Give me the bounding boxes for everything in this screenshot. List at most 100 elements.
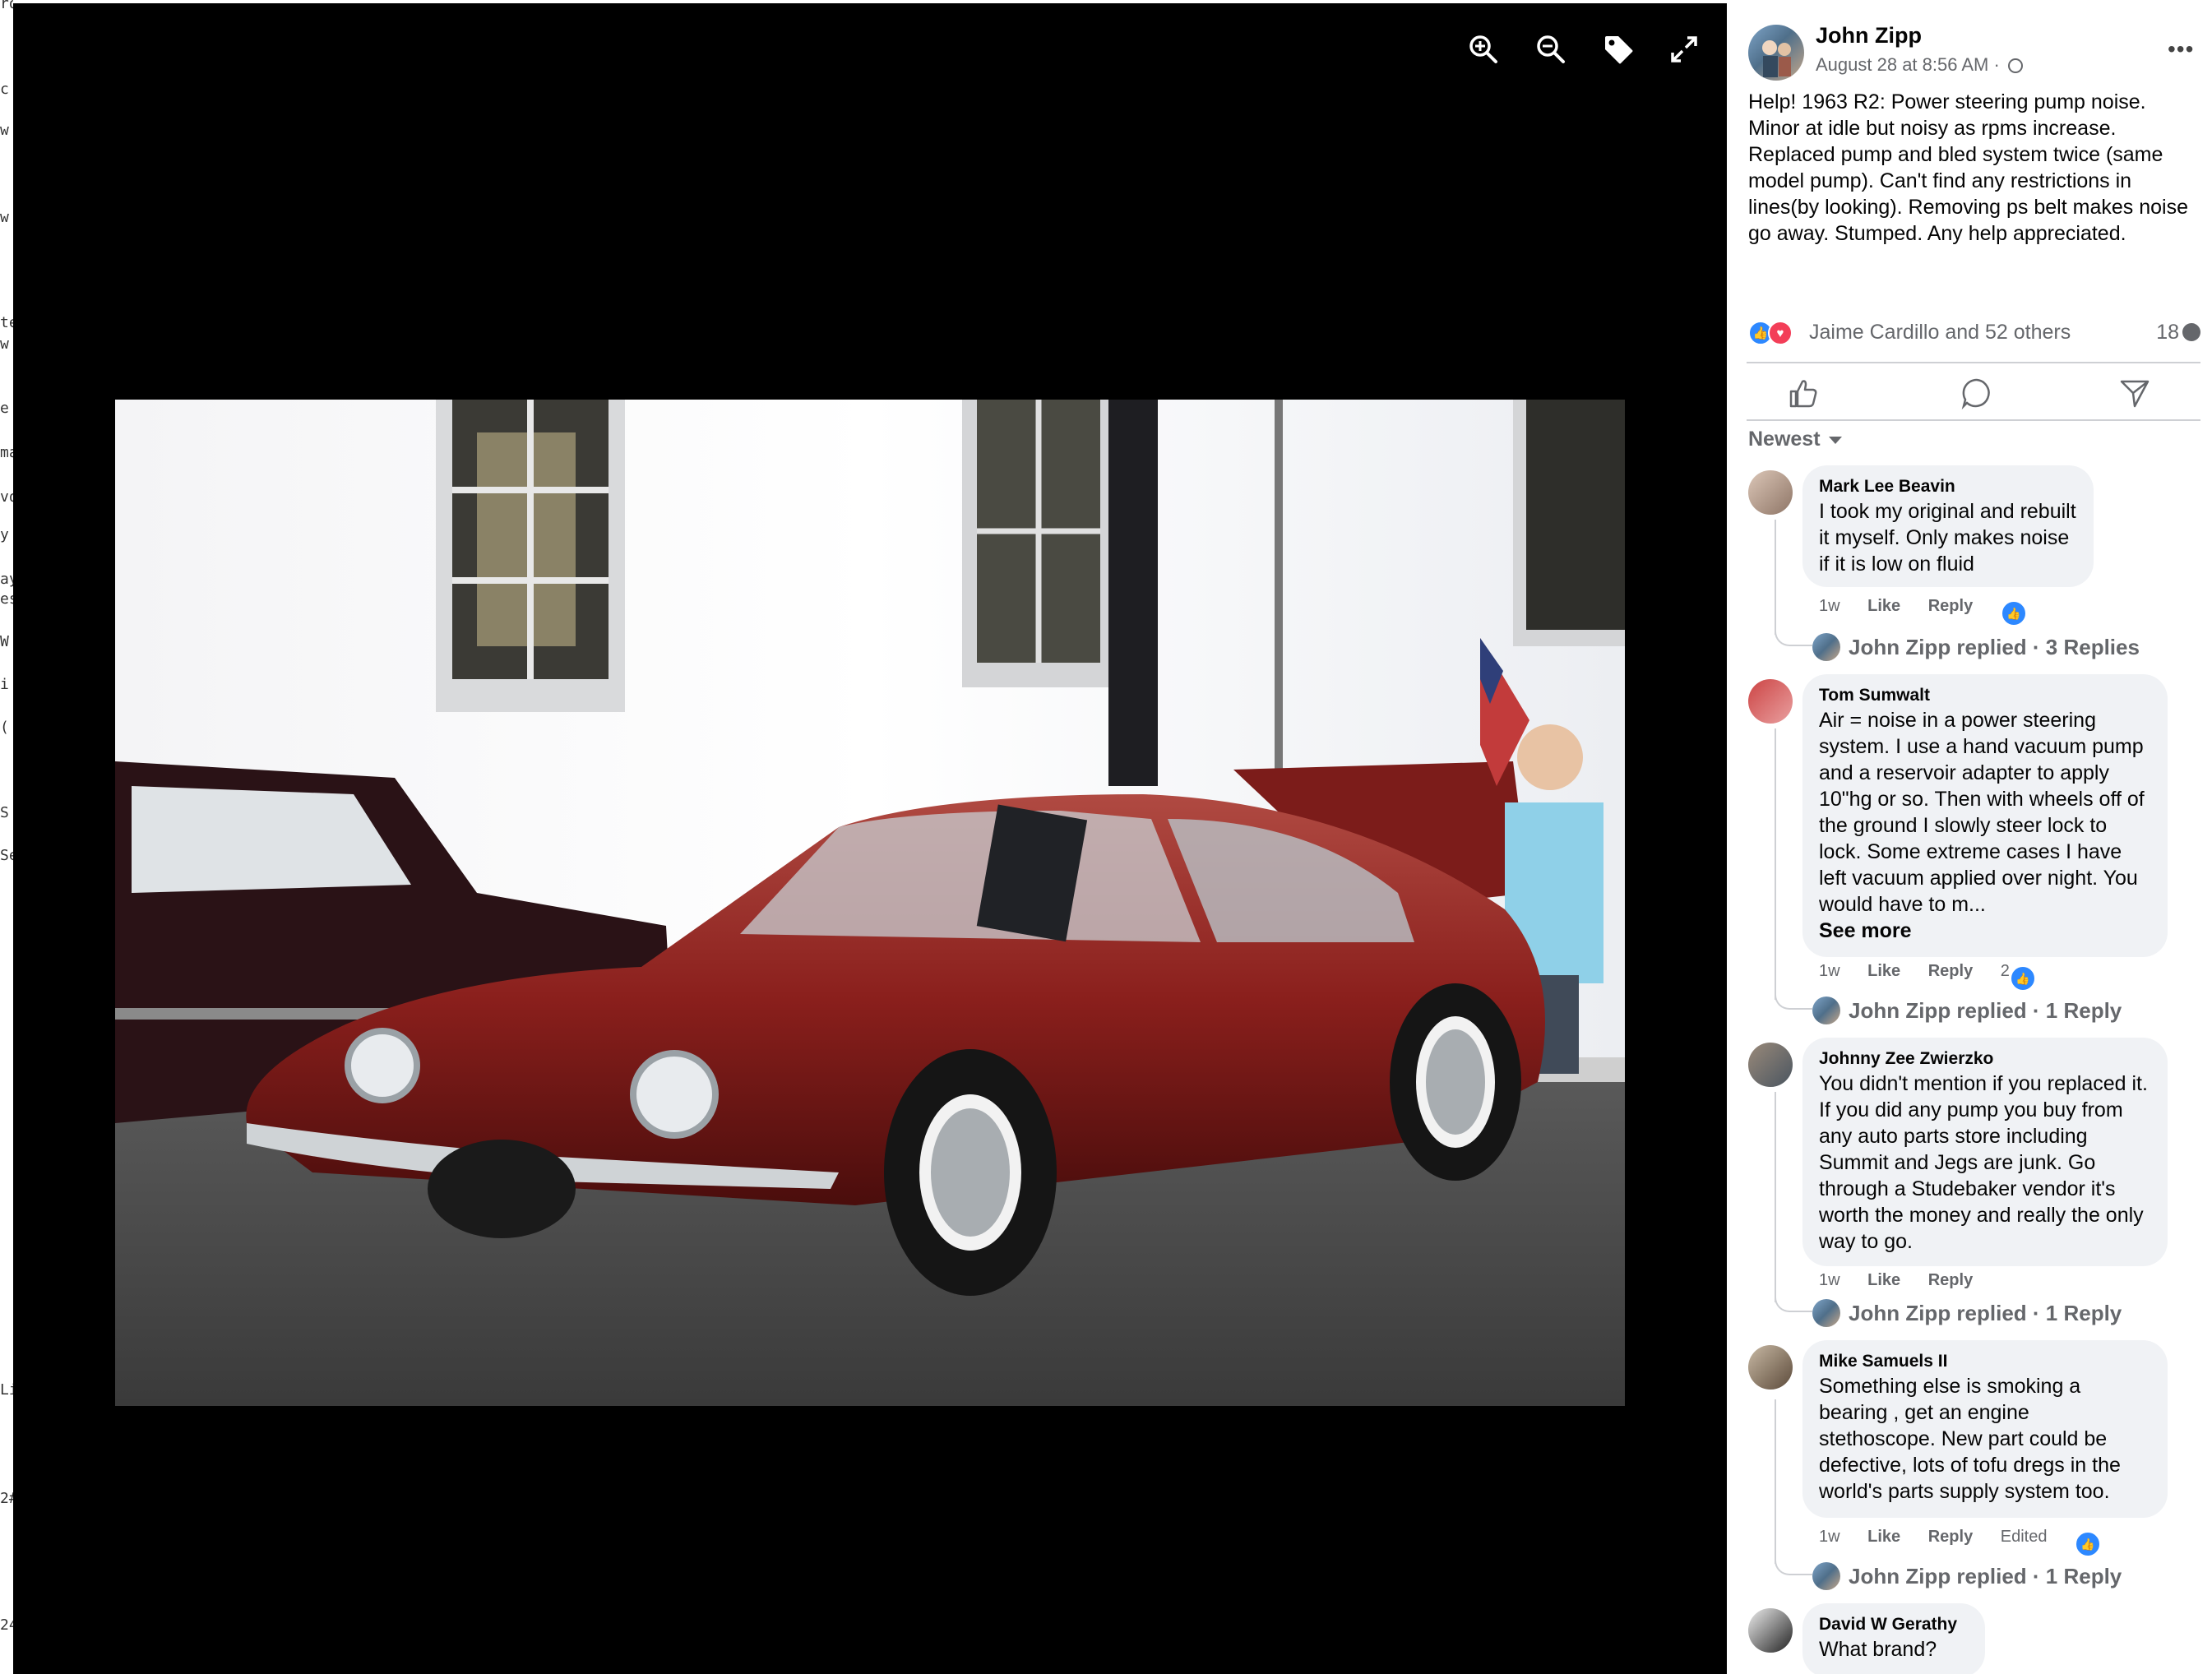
commenter-name[interactable]: Mark Lee Beavin xyxy=(1819,475,2077,498)
thread-hook xyxy=(1775,1288,1812,1312)
edge-text: ro xyxy=(0,0,13,12)
public-audience-icon xyxy=(2007,58,2023,73)
comment-count[interactable]: 18 xyxy=(2156,321,2200,345)
edge-text: es xyxy=(0,590,13,608)
edge-text: 24 xyxy=(0,1616,13,1634)
replier-avatar xyxy=(1812,633,1840,661)
replier-avatar xyxy=(1812,997,1840,1024)
post-body: Help! 1963 R2: Power steering pump noise… xyxy=(1748,90,2188,245)
post-timestamp[interactable]: August 28 at 8:56 AM · xyxy=(1816,54,2023,76)
post-time-text: August 28 at 8:56 AM · xyxy=(1816,54,2005,75)
commenter-avatar[interactable] xyxy=(1748,470,1793,515)
edge-text: Li xyxy=(0,1381,13,1399)
edge-text: ay xyxy=(0,571,13,588)
commenter-avatar[interactable] xyxy=(1748,1608,1793,1653)
replies-text: John Zipp replied · 1 Reply xyxy=(1849,998,2122,1023)
reaction-count[interactable]: 2 xyxy=(2001,962,2010,980)
comment-actions: 1w Like Reply 2 👍 xyxy=(1819,962,2036,992)
edge-text: w xyxy=(0,209,9,226)
comment-sort-dropdown[interactable]: Newest xyxy=(1748,428,1842,451)
like-reaction-icon[interactable]: 👍 xyxy=(2075,1531,2102,1557)
commenter-name[interactable]: Mike Samuels II xyxy=(1819,1350,2151,1373)
comment-bubble: David W Gerathy What brand? xyxy=(1802,1603,1985,1674)
view-replies-link[interactable]: John Zipp replied · 1 Reply xyxy=(1812,1562,2122,1590)
divider xyxy=(1747,362,2200,363)
reactors-text[interactable]: Jaime Cardillo and 52 others xyxy=(1809,321,2071,345)
commenter-avatar[interactable] xyxy=(1748,1043,1793,1087)
thread-line xyxy=(1775,1399,1776,1564)
zoom-out-button[interactable] xyxy=(1529,28,1572,71)
replies-text: John Zipp replied · 1 Reply xyxy=(1849,1564,2122,1588)
zoom-out-icon xyxy=(1537,35,1565,63)
replier-avatar xyxy=(1812,1562,1840,1590)
comment-like-button[interactable]: Like xyxy=(1867,597,1900,616)
replier-avatar xyxy=(1812,1299,1840,1327)
zoom-in-icon xyxy=(1469,35,1497,63)
photo-viewer xyxy=(13,0,1727,1674)
comment-bubble: Johnny Zee Zwierzko You didn't mention i… xyxy=(1802,1038,2168,1266)
share-button[interactable] xyxy=(2117,375,2153,411)
comment-reply-button[interactable]: Reply xyxy=(1928,1528,1973,1547)
tag-photo-button[interactable] xyxy=(1597,28,1640,71)
commenter-name[interactable]: David W Gerathy xyxy=(1819,1613,1969,1636)
comment-like-button[interactable]: Like xyxy=(1867,1528,1900,1547)
comment-bubble: Mike Samuels II Something else is smokin… xyxy=(1802,1340,2168,1518)
commenter-avatar[interactable] xyxy=(1748,1345,1793,1390)
like-button[interactable] xyxy=(1784,375,1821,411)
commenter-name[interactable]: Tom Sumwalt xyxy=(1819,684,2151,707)
comment-text: I took my original and rebuilt it myself… xyxy=(1819,500,2076,576)
like-reaction-icon[interactable]: 👍 xyxy=(2009,965,2036,992)
edge-text: w xyxy=(0,335,9,353)
comment-text: Something else is smoking a bearing , ge… xyxy=(1819,1375,2121,1503)
edited-label: Edited xyxy=(2000,1528,2048,1546)
thread-hook xyxy=(1775,985,1812,1010)
edge-text: 2# xyxy=(0,1490,13,1507)
author-avatar[interactable] xyxy=(1748,25,1804,81)
car-photo[interactable] xyxy=(115,400,1625,1406)
more-options-button[interactable]: ••• xyxy=(2168,36,2194,62)
commenter-avatar[interactable] xyxy=(1748,679,1793,724)
comment-reply-button[interactable]: Reply xyxy=(1928,597,1973,616)
edge-text: vo xyxy=(0,488,13,506)
divider xyxy=(1747,419,2200,421)
love-reaction-icon: ♥ xyxy=(1768,321,1793,345)
view-replies-link[interactable]: John Zipp replied · 1 Reply xyxy=(1812,997,2122,1024)
edge-text: e xyxy=(0,400,9,417)
comment-time[interactable]: 1w xyxy=(1819,962,1840,981)
comment-time[interactable]: 1w xyxy=(1819,1528,1840,1547)
edge-text: ma xyxy=(0,444,13,461)
tag-icon xyxy=(1605,36,1633,64)
edge-text: w xyxy=(0,122,9,139)
studebaker-avanti-photo xyxy=(115,400,1625,1406)
comment-time[interactable]: 1w xyxy=(1819,1271,1840,1290)
comment-reply-button[interactable]: Reply xyxy=(1928,962,1973,981)
like-reaction-icon[interactable]: 👍 xyxy=(2000,600,2027,627)
comment-like-button[interactable]: Like xyxy=(1867,1271,1900,1290)
replies-text: John Zipp replied · 3 Replies xyxy=(1849,635,2140,659)
comment-actions: 1w Like Reply 👍 xyxy=(1819,597,2027,627)
thread-hook xyxy=(1775,622,1812,646)
edge-text: Se xyxy=(0,847,13,864)
background-window-edge: ro c w w te w e ma vo y ay es W i ( S Se… xyxy=(0,0,14,1674)
fullscreen-button[interactable] xyxy=(1663,28,1705,71)
author-name[interactable]: John Zipp xyxy=(1816,23,1922,49)
reactions-summary[interactable]: 👍 ♥ Jaime Cardillo and 52 others 18 xyxy=(1748,319,2200,349)
thread-line xyxy=(1775,520,1776,635)
commenter-name[interactable]: Johnny Zee Zwierzko xyxy=(1819,1047,2151,1071)
comment-time[interactable]: 1w xyxy=(1819,597,1840,616)
edge-text: c xyxy=(0,81,9,98)
comment-count-value: 18 xyxy=(2156,321,2179,344)
view-replies-link[interactable]: John Zipp replied · 1 Reply xyxy=(1812,1299,2122,1327)
comment-like-button[interactable]: Like xyxy=(1867,962,1900,981)
comment-reply-button[interactable]: Reply xyxy=(1928,1271,1973,1290)
edge-text: y xyxy=(0,526,9,543)
share-icon xyxy=(2120,380,2150,408)
comment-text: Air = noise in a power steering system. … xyxy=(1819,709,2145,916)
comment-button[interactable] xyxy=(1959,375,1995,411)
comment-bubble: Mark Lee Beavin I took my original and r… xyxy=(1802,465,2094,587)
thread-line xyxy=(1775,1092,1776,1302)
see-more-link[interactable]: See more xyxy=(1819,918,2151,944)
view-replies-link[interactable]: John Zipp replied · 3 Replies xyxy=(1812,633,2140,661)
caret-down-icon xyxy=(1828,437,1842,444)
zoom-in-button[interactable] xyxy=(1462,28,1505,71)
